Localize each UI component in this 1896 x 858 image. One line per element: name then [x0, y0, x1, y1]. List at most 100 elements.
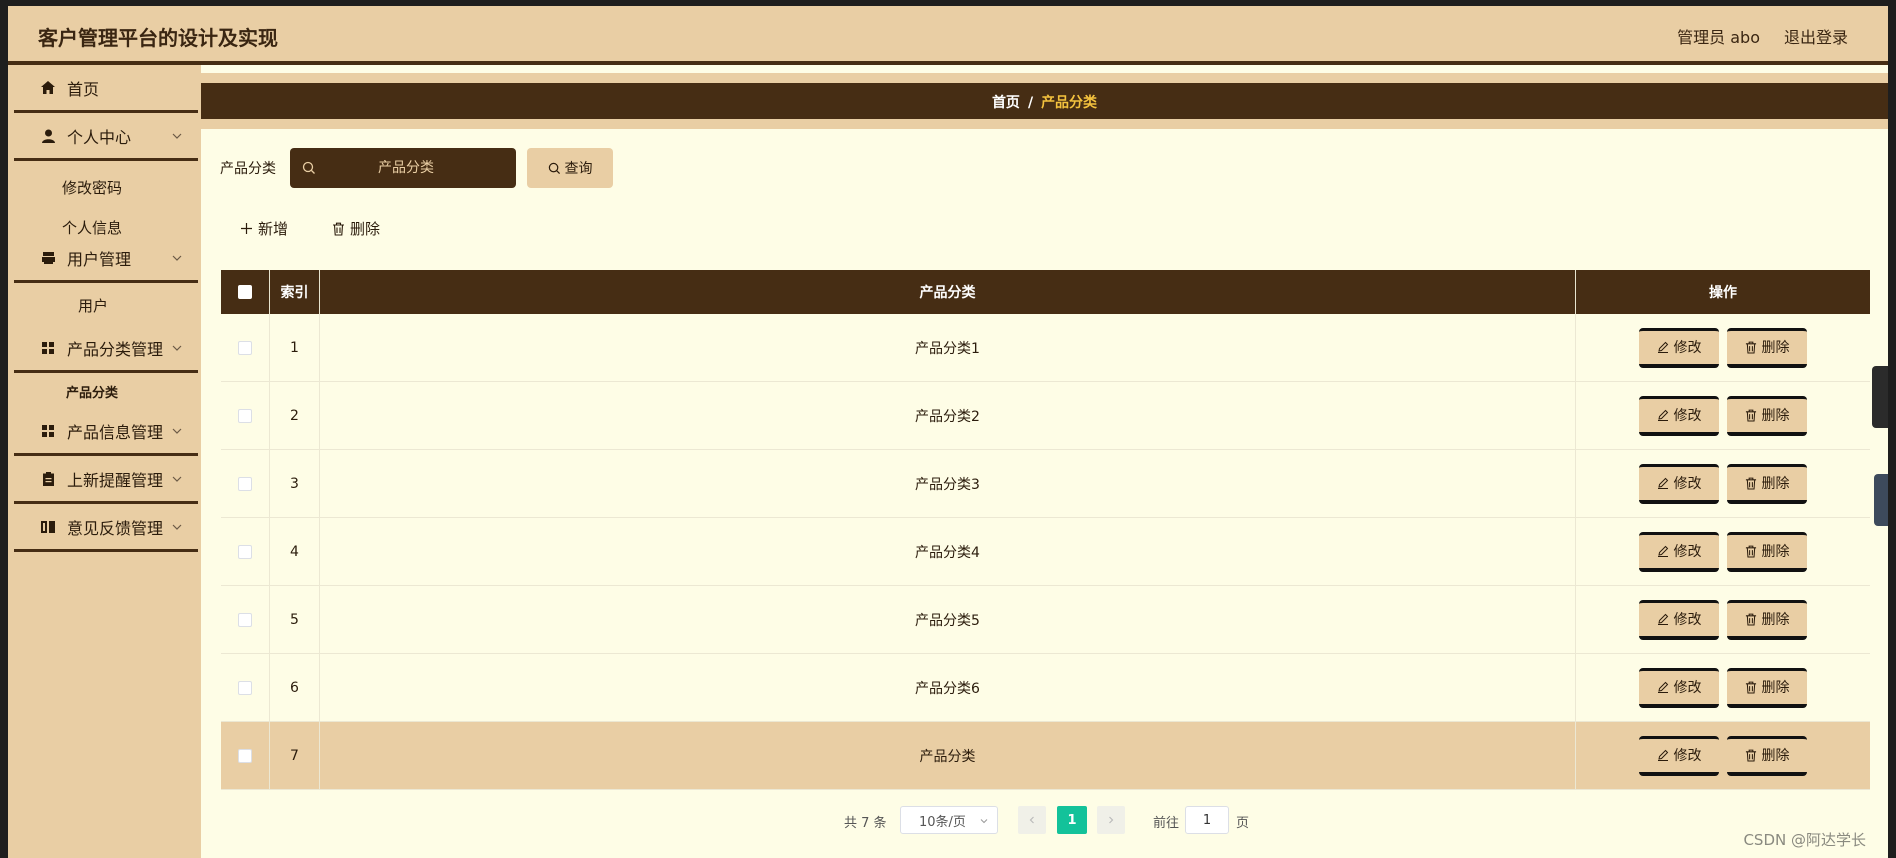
next-page-button[interactable]	[1097, 806, 1125, 834]
row-checkbox[interactable]	[238, 680, 252, 695]
header-select-all-cell	[221, 270, 270, 314]
search-input[interactable]	[316, 160, 496, 176]
delete-button-label: 删除	[1761, 476, 1790, 492]
prev-page-button[interactable]	[1018, 806, 1046, 834]
header-ops: 操作	[1709, 285, 1737, 301]
header-category: 产品分类	[320, 270, 1576, 314]
row-checkbox[interactable]	[238, 408, 252, 423]
breadcrumb-home-link[interactable]: 首页	[992, 95, 1020, 111]
table-row: 4 产品分类4 修改 删除	[221, 518, 1870, 586]
edit-button-label: 修改	[1673, 340, 1702, 356]
query-button[interactable]: 查询	[527, 148, 613, 188]
folder-icon	[39, 250, 57, 266]
edit-button-label: 修改	[1673, 748, 1702, 764]
book-icon	[39, 519, 57, 535]
sidebar-item-personal-center[interactable]: 个人中心	[14, 113, 198, 161]
sidebar-item-label: 上新提醒管理	[67, 470, 164, 490]
row-checkbox[interactable]	[238, 544, 252, 559]
delete-button[interactable]: 删除	[1727, 463, 1807, 504]
edit-button[interactable]: 修改	[1639, 599, 1719, 640]
batch-delete-button[interactable]: 删除	[332, 218, 380, 239]
app-window: 客户管理平台的设计及实现 管理员 abo 退出登录 首页 个人中心 修改密码 个…	[8, 6, 1888, 858]
row-index: 4	[270, 518, 320, 585]
edit-icon	[1657, 681, 1668, 693]
row-category-name: 产品分类1	[320, 314, 1576, 381]
sidebar-item-user-management[interactable]: 用户管理	[14, 235, 198, 283]
chevron-down-icon	[172, 345, 182, 351]
add-button-label: 新增	[258, 220, 289, 238]
sidebar-item-feedback-management[interactable]: 意见反馈管理	[14, 504, 198, 552]
chevron-down-icon	[172, 133, 182, 139]
logout-link[interactable]: 退出登录	[1784, 24, 1848, 48]
sidebar: 首页 个人中心 修改密码 个人信息 用户管理 用户 产品分类管理 产品分类 产品…	[8, 65, 201, 858]
edit-button[interactable]: 修改	[1639, 667, 1719, 708]
delete-button[interactable]: 删除	[1727, 395, 1807, 436]
row-select-cell	[221, 382, 270, 449]
admin-user-label[interactable]: 管理员 abo	[1677, 24, 1760, 48]
search-icon	[548, 162, 560, 174]
goto-page-input[interactable]	[1185, 806, 1229, 834]
page-number-current[interactable]: 1	[1057, 806, 1087, 834]
delete-button[interactable]: 删除	[1727, 735, 1807, 776]
add-button[interactable]: 新增	[240, 218, 288, 239]
row-select-cell	[221, 654, 270, 721]
row-actions: 修改 删除	[1576, 450, 1870, 517]
sidebar-item-category-management[interactable]: 产品分类管理	[14, 325, 198, 373]
trash-icon	[1745, 409, 1756, 422]
row-category-name: 产品分类4	[320, 518, 1576, 585]
breadcrumb-bar: 首页 / 产品分类	[201, 83, 1888, 129]
chevron-right-icon	[1109, 816, 1114, 824]
sidebar-item-label: 产品信息管理	[67, 422, 164, 442]
edit-button[interactable]: 修改	[1639, 531, 1719, 572]
row-checkbox[interactable]	[238, 340, 252, 355]
chevron-down-icon	[980, 819, 988, 824]
sidebar-item-product-info-management[interactable]: 产品信息管理	[14, 408, 198, 456]
edit-button[interactable]: 修改	[1639, 395, 1719, 436]
trash-icon	[1745, 749, 1756, 762]
edit-button-label: 修改	[1673, 408, 1702, 424]
row-actions: 修改 删除	[1576, 518, 1870, 585]
edit-icon	[1657, 545, 1668, 557]
header-user-area: 管理员 abo 退出登录	[1677, 24, 1848, 48]
watermark: CSDN @阿达学长	[1743, 831, 1866, 849]
sidebar-item-label: 产品分类	[66, 385, 119, 401]
edit-icon	[1657, 409, 1668, 421]
trash-icon	[1745, 681, 1756, 694]
sidebar-item-users[interactable]: 用户	[14, 285, 198, 325]
side-collapse-tab[interactable]	[1872, 366, 1888, 428]
side-float-tab[interactable]	[1874, 474, 1888, 526]
edit-button[interactable]: 修改	[1639, 327, 1719, 368]
row-select-cell	[221, 586, 270, 653]
edit-button[interactable]: 修改	[1639, 463, 1719, 504]
delete-button-label: 删除	[1761, 612, 1790, 628]
row-select-cell	[221, 518, 270, 585]
row-category-name: 产品分类	[320, 722, 1576, 789]
sidebar-item-product-category[interactable]: 产品分类	[14, 371, 198, 411]
delete-button[interactable]: 删除	[1727, 599, 1807, 640]
row-checkbox[interactable]	[238, 748, 252, 763]
page-suffix: 页	[1236, 816, 1250, 831]
edit-icon	[1657, 341, 1668, 353]
home-icon	[39, 80, 57, 96]
plus-icon	[241, 223, 252, 234]
batch-delete-label: 删除	[350, 220, 381, 238]
row-category-name: 产品分类3	[320, 450, 1576, 517]
sidebar-item-new-arrival-reminder[interactable]: 上新提醒管理	[14, 456, 198, 504]
delete-button[interactable]: 删除	[1727, 531, 1807, 572]
sidebar-item-home[interactable]: 首页	[14, 65, 198, 113]
delete-button[interactable]: 删除	[1727, 327, 1807, 368]
breadcrumb-separator: /	[1027, 95, 1034, 111]
row-checkbox[interactable]	[238, 476, 252, 491]
row-checkbox[interactable]	[238, 612, 252, 627]
edit-button-label: 修改	[1673, 476, 1702, 492]
row-select-cell	[221, 314, 270, 381]
category-table: 索引 产品分类 操作 1 产品分类1 修改 删除 2 产品分类2 修改 删除 3 产品分类3 修改删…	[221, 270, 1870, 790]
edit-button[interactable]: 修改	[1639, 735, 1719, 776]
chevron-left-icon	[1029, 816, 1034, 824]
sidebar-item-label: 意见反馈管理	[67, 518, 164, 538]
delete-button[interactable]: 删除	[1727, 667, 1807, 708]
select-all-checkbox[interactable]	[238, 285, 252, 299]
search-field[interactable]	[290, 148, 516, 188]
page-size-select[interactable]: 10条/页	[900, 806, 998, 834]
sidebar-item-change-password[interactable]: 修改密码	[14, 167, 198, 207]
